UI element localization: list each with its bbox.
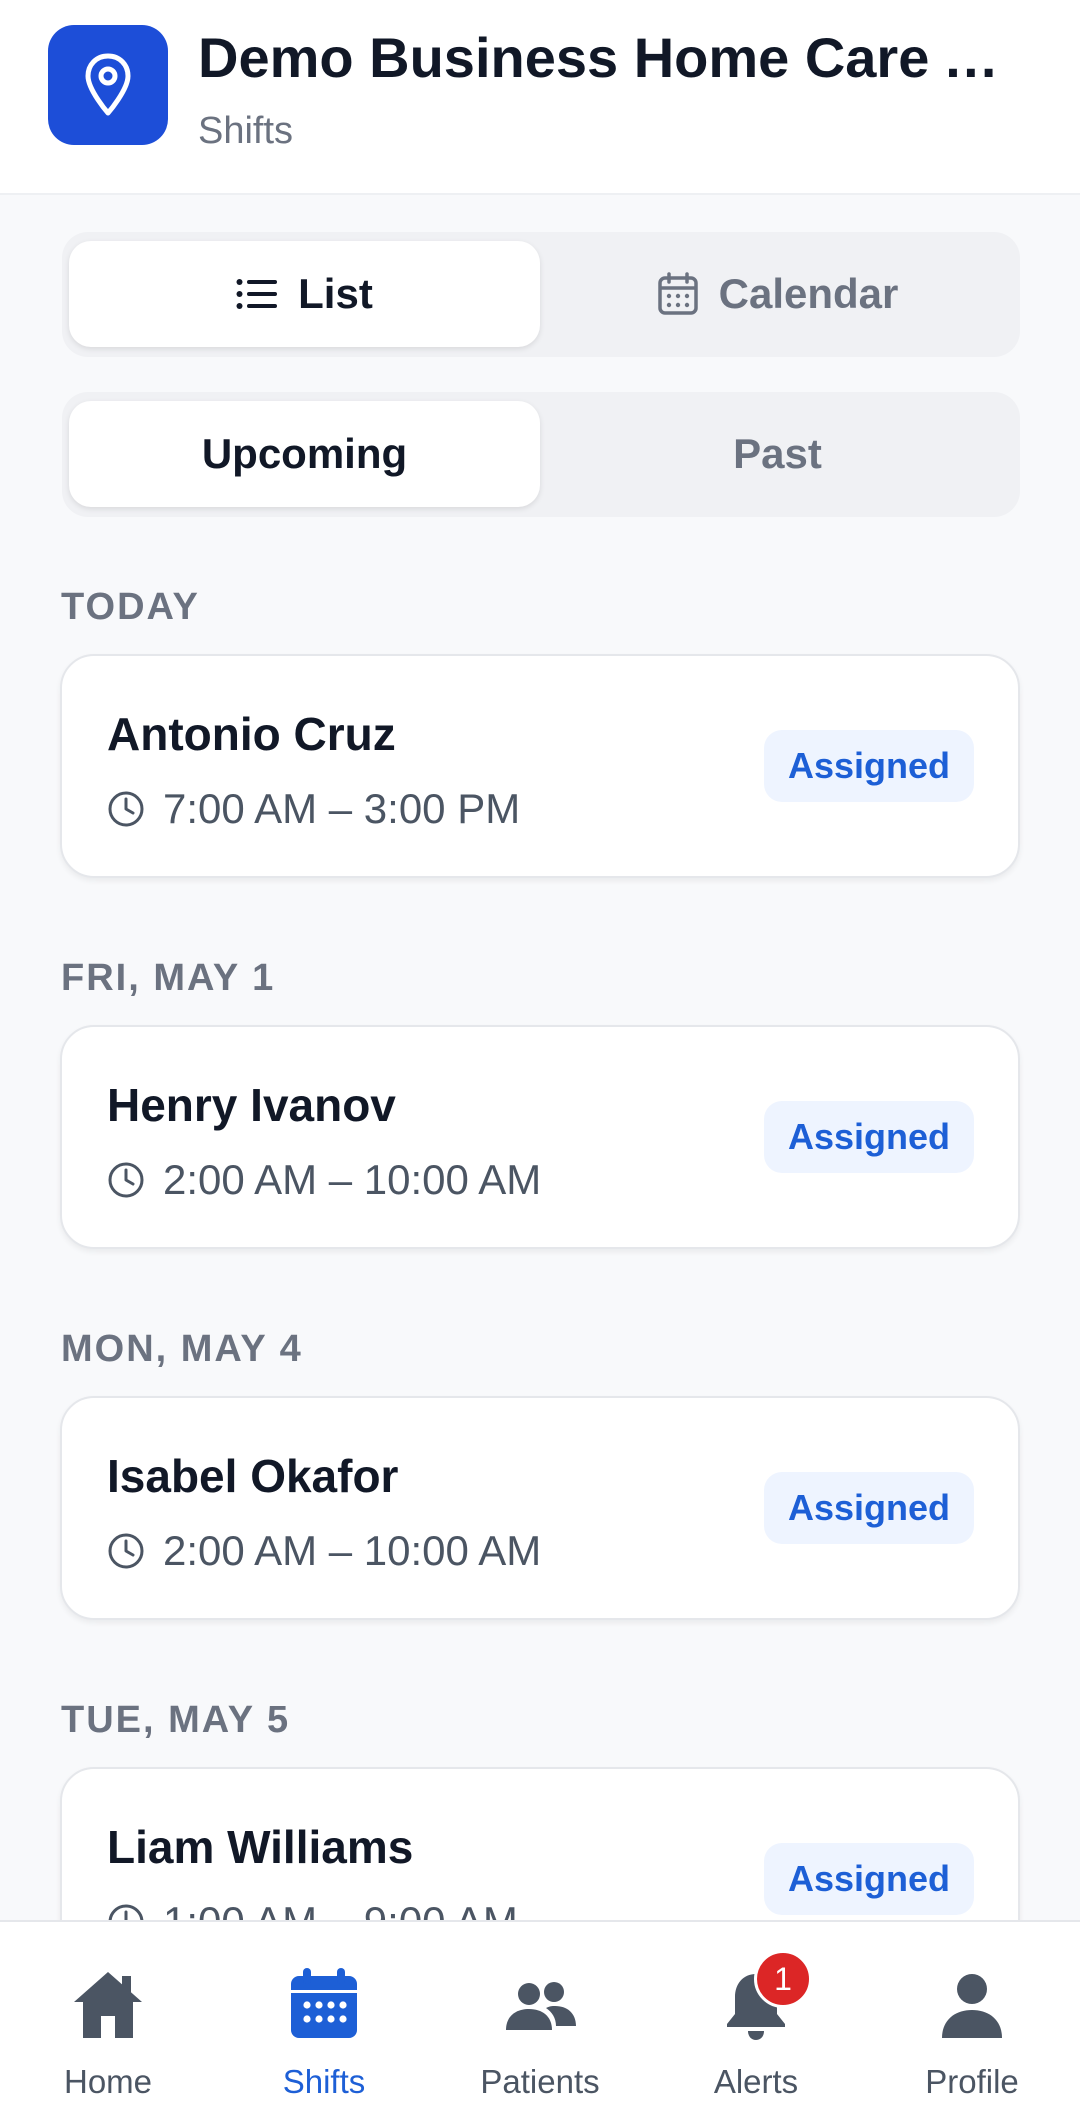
bottom-nav: Home Shifts Patients Alerts 1 Profile bbox=[0, 1920, 1080, 2103]
status-badge: Assigned bbox=[764, 1101, 974, 1173]
list-view-button[interactable]: List bbox=[69, 241, 540, 347]
past-tab-label: Past bbox=[733, 430, 822, 477]
clock-icon bbox=[108, 1904, 144, 1920]
past-tab[interactable]: Past bbox=[542, 401, 1013, 507]
nav-patients[interactable]: Patients bbox=[432, 1922, 648, 2103]
view-toggle: List Calendar bbox=[62, 232, 1020, 357]
shift-patient-name: Henry Ivanov bbox=[107, 1079, 396, 1131]
date-group-label: TODAY bbox=[61, 586, 200, 628]
calendar-icon bbox=[291, 1968, 357, 2038]
shift-patient-name: Liam Williams bbox=[107, 1821, 414, 1873]
shift-card[interactable]: Henry Ivanov 2:00 AM – 10:00 AM Assigned bbox=[60, 1025, 1020, 1249]
status-badge: Assigned bbox=[764, 1472, 974, 1544]
upcoming-tab[interactable]: Upcoming bbox=[69, 401, 540, 507]
shift-time: 7:00 AM – 3:00 PM bbox=[163, 785, 521, 832]
calendar-view-button[interactable]: Calendar bbox=[542, 241, 1013, 347]
nav-profile-label: Profile bbox=[925, 2063, 1019, 2100]
clock-icon bbox=[108, 791, 144, 827]
location-pin-icon bbox=[85, 53, 131, 116]
date-group-label: FRI, MAY 1 bbox=[61, 957, 276, 999]
nav-alerts-label: Alerts bbox=[713, 2063, 799, 2100]
clock-icon bbox=[108, 1533, 144, 1569]
shift-card[interactable]: Isabel Okafor 2:00 AM – 10:00 AM Assigne… bbox=[60, 1396, 1020, 1620]
alerts-count-badge: 1 bbox=[754, 1950, 812, 2008]
nav-alerts[interactable]: Alerts bbox=[648, 1922, 864, 2103]
nav-home-label: Home bbox=[63, 2063, 153, 2100]
nav-profile[interactable]: Profile bbox=[864, 1922, 1080, 2103]
shift-time-row: 1:00 AM – 9:00 AM bbox=[107, 1897, 518, 1920]
users-icon bbox=[506, 1982, 576, 2030]
nav-shifts[interactable]: Shifts bbox=[216, 1922, 432, 2103]
upcoming-tab-label: Upcoming bbox=[201, 430, 408, 477]
date-group-label: MON, MAY 4 bbox=[61, 1328, 303, 1370]
shift-patient-name: Isabel Okafor bbox=[107, 1450, 399, 1502]
home-icon bbox=[74, 1972, 142, 2038]
shift-time-row: 2:00 AM – 10:00 AM bbox=[107, 1526, 541, 1576]
clock-icon bbox=[108, 1162, 144, 1198]
nav-home[interactable]: Home bbox=[0, 1922, 216, 2103]
nav-patients-label: Patients bbox=[480, 2063, 600, 2100]
app-logo[interactable] bbox=[48, 25, 168, 145]
status-badge: Assigned bbox=[764, 730, 974, 802]
shift-time-row: 7:00 AM – 3:00 PM bbox=[107, 784, 520, 834]
date-group-label: TUE, MAY 5 bbox=[61, 1699, 291, 1741]
page-subtitle: Shifts bbox=[198, 110, 294, 152]
shift-time: 1:00 AM – 9:00 AM bbox=[163, 1897, 518, 1920]
shift-time: 2:00 AM – 10:00 AM bbox=[163, 1527, 542, 1574]
shift-list[interactable]: TODAY Antonio Cruz 7:00 AM – 3:00 PM Ass… bbox=[0, 560, 1080, 1920]
status-badge: Assigned bbox=[764, 1843, 974, 1915]
page-title: Demo Business Home Care A… bbox=[198, 26, 1038, 89]
shift-card[interactable]: Liam Williams 1:00 AM – 9:00 AM Assigned bbox=[60, 1767, 1020, 1920]
calendar-outline-icon bbox=[657, 272, 698, 315]
nav-shifts-label: Shifts bbox=[282, 2063, 366, 2100]
shift-patient-name: Antonio Cruz bbox=[107, 708, 396, 760]
shift-time-row: 2:00 AM – 10:00 AM bbox=[107, 1155, 541, 1205]
shift-card[interactable]: Antonio Cruz 7:00 AM – 3:00 PM Assigned bbox=[60, 654, 1020, 878]
app-header: Demo Business Home Care A… Shifts bbox=[0, 0, 1080, 195]
shift-time: 2:00 AM – 10:00 AM bbox=[163, 1156, 542, 1203]
time-filter: Upcoming Past bbox=[62, 392, 1020, 517]
list-view-label: List bbox=[298, 270, 373, 317]
user-icon bbox=[942, 1974, 1002, 2038]
list-icon bbox=[236, 279, 278, 309]
calendar-view-label: Calendar bbox=[718, 270, 899, 317]
